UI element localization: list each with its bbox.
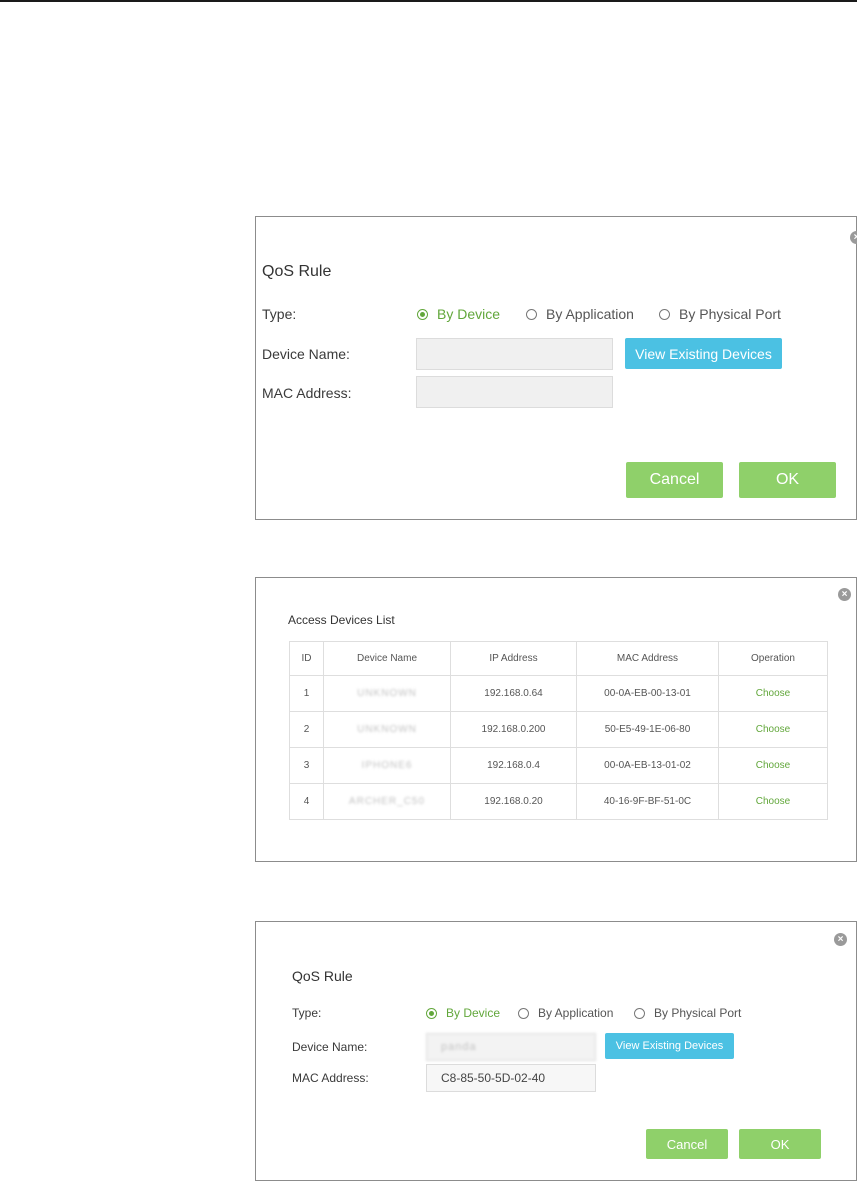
- device-name-input[interactable]: [416, 338, 613, 370]
- type-label: Type:: [292, 1006, 322, 1020]
- cell-id: 2: [289, 711, 324, 748]
- mac-address-input[interactable]: C8-85-50-5D-02-40: [426, 1064, 596, 1092]
- cell-mac: 00-0A-EB-13-01-02: [576, 747, 719, 784]
- choose-link[interactable]: Choose: [718, 711, 828, 748]
- cell-mac: 40-16-9F-BF-51-0C: [576, 783, 719, 820]
- radio-icon: [518, 1007, 529, 1019]
- cell-ip: 192.168.0.20: [450, 783, 577, 820]
- choose-link[interactable]: Choose: [718, 675, 828, 712]
- radio-icon: [634, 1007, 645, 1019]
- choose-link[interactable]: Choose: [718, 783, 828, 820]
- device-name-label: Device Name:: [262, 346, 350, 362]
- radio-by-physical-port[interactable]: By Physical Port: [659, 306, 781, 322]
- qos-rule-dialog-empty: × QoS Rule Type: By Device By Applicatio…: [255, 216, 857, 520]
- view-existing-devices-button[interactable]: View Existing Devices: [625, 338, 782, 369]
- ok-button[interactable]: OK: [739, 1129, 821, 1159]
- column-header-device-name: Device Name: [323, 641, 451, 676]
- type-label: Type:: [262, 306, 297, 322]
- cell-id: 3: [289, 747, 324, 784]
- radio-selected-icon: [426, 1007, 437, 1019]
- table-header-row: ID Device Name IP Address MAC Address Op…: [289, 641, 828, 676]
- mac-address-label: MAC Address:: [262, 385, 352, 401]
- cell-id: 4: [289, 783, 324, 820]
- cancel-button[interactable]: Cancel: [626, 462, 723, 498]
- radio-by-device[interactable]: By Device: [417, 306, 500, 322]
- radio-icon: [659, 308, 670, 320]
- cell-ip: 192.168.0.4: [450, 747, 577, 784]
- dialog-title: QoS Rule: [292, 968, 353, 984]
- close-icon[interactable]: ×: [838, 588, 851, 601]
- cell-ip: 192.168.0.200: [450, 711, 577, 748]
- cell-device-name: ARCHER_C50: [323, 783, 451, 820]
- cell-device-name: IPHONE6: [323, 747, 451, 784]
- radio-by-application[interactable]: By Application: [526, 306, 634, 322]
- table-row: 4 ARCHER_C50 192.168.0.20 40-16-9F-BF-51…: [289, 783, 828, 820]
- qos-rule-dialog-filled: × QoS Rule Type: By Device By Applicatio…: [255, 921, 857, 1181]
- mac-address-label: MAC Address:: [292, 1071, 369, 1085]
- cell-ip: 192.168.0.64: [450, 675, 577, 712]
- top-rule: [0, 0, 857, 2]
- cell-mac: 50-E5-49-1E-06-80: [576, 711, 719, 748]
- dialog-title: Access Devices List: [288, 613, 395, 627]
- devices-table: ID Device Name IP Address MAC Address Op…: [289, 641, 828, 820]
- device-name-input[interactable]: panda: [426, 1033, 596, 1061]
- column-header-mac-address: MAC Address: [576, 641, 719, 676]
- table-row: 2 UNKNOWN 192.168.0.200 50-E5-49-1E-06-8…: [289, 711, 828, 748]
- cell-device-name: UNKNOWN: [323, 711, 451, 748]
- cancel-button[interactable]: Cancel: [646, 1129, 728, 1159]
- table-row: 3 IPHONE6 192.168.0.4 00-0A-EB-13-01-02 …: [289, 747, 828, 784]
- choose-link[interactable]: Choose: [718, 747, 828, 784]
- close-icon[interactable]: ×: [850, 231, 857, 244]
- mac-address-input[interactable]: [416, 376, 613, 408]
- view-existing-devices-button[interactable]: View Existing Devices: [605, 1033, 734, 1059]
- column-header-operation: Operation: [718, 641, 828, 676]
- dialog-title: QoS Rule: [262, 263, 332, 280]
- close-icon[interactable]: ×: [834, 933, 847, 946]
- ok-button[interactable]: OK: [739, 462, 836, 498]
- column-header-id: ID: [289, 641, 324, 676]
- radio-by-application[interactable]: By Application: [518, 1006, 613, 1020]
- cell-device-name: UNKNOWN: [323, 675, 451, 712]
- radio-by-physical-port[interactable]: By Physical Port: [634, 1006, 741, 1020]
- radio-by-device[interactable]: By Device: [426, 1006, 500, 1020]
- radio-selected-icon: [417, 308, 428, 320]
- table-row: 1 UNKNOWN 192.168.0.64 00-0A-EB-00-13-01…: [289, 675, 828, 712]
- column-header-ip-address: IP Address: [450, 641, 577, 676]
- cell-id: 1: [289, 675, 324, 712]
- device-name-label: Device Name:: [292, 1040, 368, 1054]
- cell-mac: 00-0A-EB-00-13-01: [576, 675, 719, 712]
- access-devices-dialog: × Access Devices List ID Device Name IP …: [255, 577, 857, 862]
- radio-icon: [526, 308, 537, 320]
